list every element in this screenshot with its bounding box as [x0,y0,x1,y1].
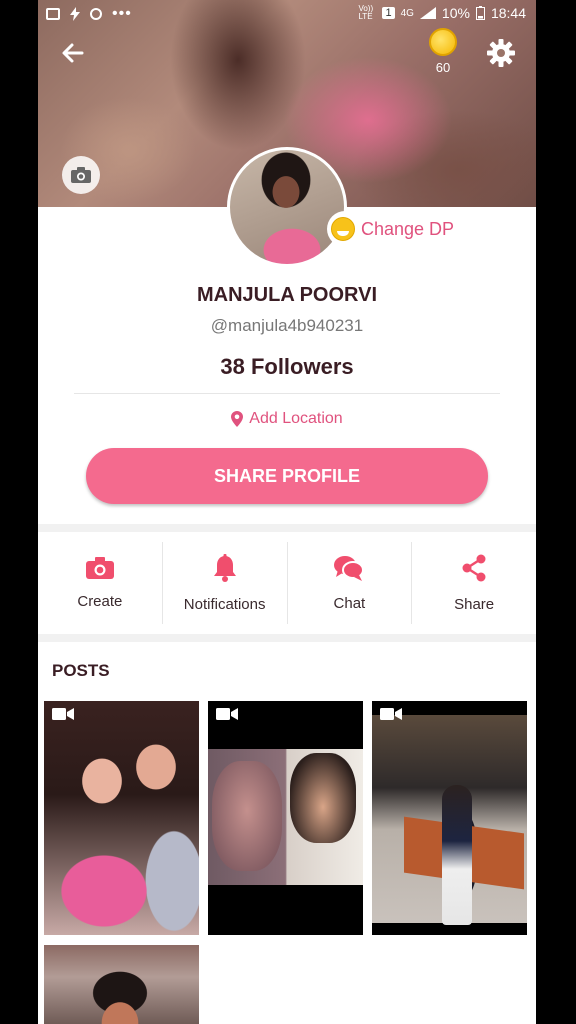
post-thumbnail[interactable] [44,945,199,1024]
gallery-notification-icon [46,8,60,20]
share-icon [462,554,486,581]
camera-icon [85,556,114,579]
add-location-label: Add Location [249,410,343,427]
camera-icon [71,167,91,183]
carrier-label: Vo)) LTE [358,4,374,21]
bell-icon [213,553,236,582]
create-button[interactable]: Create [38,542,163,624]
grin-emoji-icon [331,217,355,241]
sync-notification-icon [90,8,102,20]
post-thumbnail[interactable] [208,701,363,935]
divider [74,393,500,394]
profile-handle: @manjula4b940231 [210,316,364,335]
network-label: 4G [400,7,414,19]
avatar[interactable] [227,147,347,267]
video-icon [216,708,238,720]
profile-screen: ••• Vo)) LTE 1 4G 10% 18:44 60 Change DP… [38,0,536,1024]
battery-icon [475,6,485,20]
post-thumbnail[interactable] [44,701,199,935]
section-separator [38,634,536,642]
gear-icon[interactable] [486,38,516,68]
notifications-button[interactable]: Notifications [163,542,288,624]
clock: 18:44 [490,5,526,21]
followers-count[interactable]: 38 Followers [38,354,536,380]
coin-count: 60 [435,60,451,75]
back-arrow-icon[interactable] [58,38,88,68]
battery-percent: 10% [441,5,470,21]
post-image-face [290,753,356,843]
chat-button[interactable]: Chat [288,542,413,624]
share-label: Share [454,595,495,613]
create-label: Create [77,592,123,610]
profile-name: MANJULA POORVI [196,284,378,306]
post-thumbnail[interactable] [372,701,527,935]
sim-badge: 1 [382,7,395,19]
post-image-face [212,761,282,871]
posts-heading: POSTS [52,661,110,680]
change-dp-button[interactable]: Change DP [327,211,467,247]
coin-icon [429,28,457,56]
video-icon [380,708,402,720]
video-icon [52,708,74,720]
section-separator [38,524,536,532]
status-bar: ••• Vo)) LTE 1 4G 10% 18:44 [38,0,536,26]
notifications-label: Notifications [183,595,266,613]
coin-balance[interactable]: 60 [426,28,460,75]
charging-bolt-icon [70,7,80,21]
change-dp-label: Change DP [361,218,455,239]
chat-label: Chat [333,594,366,612]
share-profile-button[interactable]: SHARE PROFILE [86,448,488,504]
share-button[interactable]: Share [412,542,536,624]
signal-icon [419,7,436,19]
chat-bubbles-icon [334,555,365,581]
more-notifications-icon: ••• [112,5,132,22]
change-cover-button[interactable] [62,156,100,194]
add-location-link[interactable]: Add Location [38,410,536,428]
post-image-person [442,785,472,925]
action-bar: Create Notifications Chat Share [38,532,536,634]
location-pin-icon [231,411,244,427]
